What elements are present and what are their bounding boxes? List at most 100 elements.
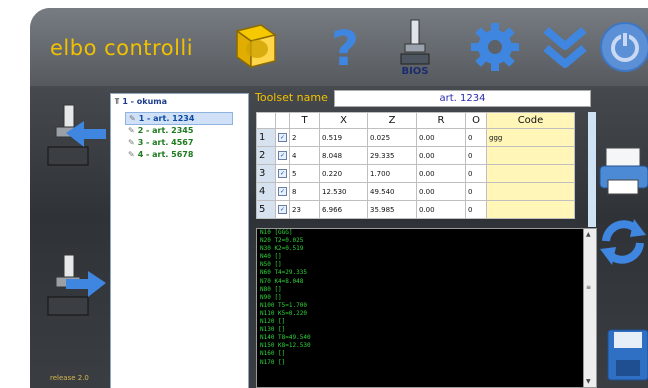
tree-item-2[interactable]: ✎ 2 - art. 2345 — [125, 125, 196, 136]
cell-z[interactable]: 0.025 — [367, 128, 417, 147]
table-row[interactable]: 2 ✓ 4 8.048 29.335 0.00 0 — [256, 146, 575, 165]
scroll-down-icon[interactable]: ▼ — [586, 378, 591, 385]
brand-logo-text: elbo controlli — [50, 36, 194, 60]
cell-t[interactable]: 8 — [289, 182, 320, 201]
tree-item-label: 4 - art. 5678 — [137, 150, 194, 159]
cell-o[interactable]: 0 — [465, 146, 487, 165]
tool-icon: ✎ — [128, 150, 135, 159]
check-icon[interactable]: ✓ — [278, 169, 287, 178]
nc-code-console[interactable]: N10 [GGG] N20 T2=0.025 N30 K2=0.519 N40 … — [256, 228, 585, 388]
toolset-tree[interactable]: ⫪ 1 - okuma ✎ 1 - art. 1234 ✎ 2 - art. 234… — [110, 93, 249, 388]
cell-r[interactable]: 0.00 — [416, 146, 466, 165]
cell-t[interactable]: 4 — [289, 146, 320, 165]
table-row[interactable]: 3 ✓ 5 0.220 1.700 0.00 0 — [256, 164, 575, 183]
settings-gear-icon[interactable] — [466, 18, 524, 76]
cell-t[interactable]: 5 — [289, 164, 320, 183]
col-header-o[interactable]: O — [465, 112, 487, 129]
cell-o[interactable]: 0 — [465, 128, 487, 147]
grid-header-row: T X Z R O Code — [256, 112, 575, 129]
app-window: elbo controlli ? BIOS release 2.0 ⫪ 1 - … — [30, 8, 648, 388]
import-machine-icon[interactable] — [40, 103, 110, 173]
check-icon[interactable]: ✓ — [278, 187, 287, 196]
tree-item-1[interactable]: ✎ 1 - art. 1234 — [125, 112, 233, 125]
console-line: N10 [GGG] — [260, 229, 293, 236]
console-line: N130 [] — [260, 326, 286, 334]
corner-cell — [256, 112, 276, 129]
check-icon[interactable]: ✓ — [278, 205, 287, 214]
cell-x[interactable]: 6.966 — [319, 200, 368, 219]
chevron-down-double-icon[interactable] — [536, 18, 594, 76]
version-label: release 2.0 — [50, 374, 89, 382]
tree-item-4[interactable]: ✎ 4 - art. 5678 — [125, 149, 196, 160]
console-line: N120 [] — [260, 318, 286, 326]
tool-icon: ✎ — [129, 114, 136, 123]
printer-icon[interactable] — [598, 138, 648, 208]
tool-grid: T X Z R O Code 1 ✓ 2 0.519 0.025 0.00 0 … — [256, 112, 596, 219]
check-icon[interactable]: ✓ — [278, 151, 287, 160]
tree-item-label: 1 - art. 1234 — [138, 114, 195, 123]
cell-r[interactable]: 0.00 — [416, 200, 466, 219]
cell-code[interactable] — [486, 200, 575, 219]
toolset-name-input[interactable]: art. 1234 — [334, 90, 591, 107]
row-checkbox[interactable]: ✓ — [275, 164, 290, 183]
tree-item-3[interactable]: ✎ 3 - art. 4567 — [125, 137, 196, 148]
console-scrollbar[interactable]: ▲ ≡ ▼ — [583, 228, 597, 388]
row-number: 2 — [256, 146, 276, 165]
cell-o[interactable]: 0 — [465, 200, 487, 219]
tree-item-label: 2 - art. 2345 — [137, 126, 194, 135]
machine-tree-icon: ⫪ — [115, 97, 120, 106]
col-header-code[interactable]: Code — [486, 112, 575, 129]
cell-z[interactable]: 29.335 — [367, 146, 417, 165]
cell-z[interactable]: 35.985 — [367, 200, 417, 219]
cell-code[interactable]: ggg — [486, 128, 575, 147]
tree-root[interactable]: ⫪ 1 - okuma — [115, 97, 167, 107]
row-checkbox[interactable]: ✓ — [275, 182, 290, 201]
col-header-z[interactable]: Z — [367, 112, 417, 129]
cell-r[interactable]: 0.00 — [416, 182, 466, 201]
row-number: 4 — [256, 182, 276, 201]
cell-t[interactable]: 2 — [289, 128, 320, 147]
cell-code[interactable] — [486, 146, 575, 165]
cell-x[interactable]: 8.048 — [319, 146, 368, 165]
bios-machine-icon[interactable]: BIOS — [386, 18, 444, 76]
cube-logo-icon[interactable] — [226, 18, 284, 76]
cell-x[interactable]: 0.220 — [319, 164, 368, 183]
grid-scrollbar[interactable] — [588, 112, 596, 227]
check-col-header — [275, 112, 290, 129]
refresh-icon[interactable] — [598, 213, 648, 283]
cell-x[interactable]: 12.530 — [319, 182, 368, 201]
scroll-up-icon[interactable]: ▲ — [586, 231, 591, 238]
save-disk-icon[interactable] — [606, 328, 648, 388]
toolset-name-label: Toolset name — [255, 91, 328, 104]
cell-o[interactable]: 0 — [465, 182, 487, 201]
tree-root-label: 1 - okuma — [122, 97, 168, 106]
cell-r[interactable]: 0.00 — [416, 164, 466, 183]
console-line: N70 K4=8.048 — [260, 277, 304, 285]
power-icon[interactable] — [596, 18, 648, 76]
col-header-r[interactable]: R — [416, 112, 466, 129]
row-checkbox[interactable]: ✓ — [275, 200, 290, 219]
cell-x[interactable]: 0.519 — [319, 128, 368, 147]
export-machine-icon[interactable] — [40, 253, 110, 323]
tool-icon: ✎ — [128, 126, 135, 135]
table-row[interactable]: 4 ✓ 8 12.530 49.540 0.00 0 — [256, 182, 575, 201]
cell-code[interactable] — [486, 164, 575, 183]
check-icon[interactable]: ✓ — [278, 133, 287, 142]
scroll-thumb-icon[interactable]: ≡ — [586, 284, 591, 291]
cell-z[interactable]: 1.700 — [367, 164, 417, 183]
row-number: 1 — [256, 128, 276, 147]
row-checkbox[interactable]: ✓ — [275, 128, 290, 147]
col-header-x[interactable]: X — [319, 112, 368, 129]
cell-z[interactable]: 49.540 — [367, 182, 417, 201]
help-question-icon[interactable]: ? — [316, 18, 374, 76]
table-row[interactable]: 1 ✓ 2 0.519 0.025 0.00 0 ggg — [256, 128, 575, 147]
console-line: N100 T5=1.700 — [260, 301, 307, 309]
cell-t[interactable]: 23 — [289, 200, 320, 219]
col-header-t[interactable]: T — [289, 112, 320, 129]
svg-text:?: ? — [331, 21, 359, 73]
cell-r[interactable]: 0.00 — [416, 128, 466, 147]
cell-code[interactable] — [486, 182, 575, 201]
row-checkbox[interactable]: ✓ — [275, 146, 290, 165]
table-row[interactable]: 5 ✓ 23 6.966 35.985 0.00 0 — [256, 200, 575, 219]
cell-o[interactable]: 0 — [465, 164, 487, 183]
